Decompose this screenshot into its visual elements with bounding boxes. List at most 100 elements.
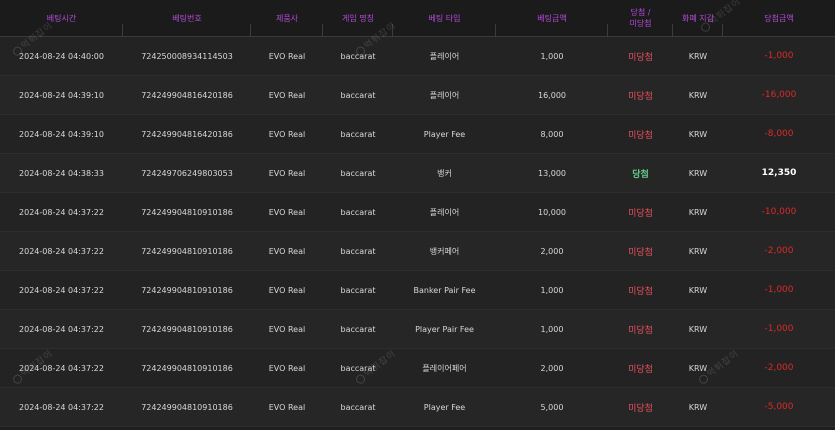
cell-provider: EVO Real (251, 192, 323, 232)
cell-game: baccarat (323, 270, 393, 310)
header-result[interactable]: 당첨 / 미당첨 (608, 0, 673, 37)
cell-payout: -2,000 (723, 348, 835, 388)
cell-game: baccarat (323, 75, 393, 115)
header-payout[interactable]: 당첨금액 (723, 0, 835, 37)
header-bet-amount[interactable]: 베팅금액 (496, 0, 608, 37)
cell-game: baccarat (323, 114, 393, 154)
cell-bet-id: 724249904810910186 (123, 348, 251, 388)
cell-bet-amount: 13,000 (496, 153, 608, 193)
cell-provider: EVO Real (251, 36, 323, 76)
cell-payout: 12,350 (723, 153, 835, 193)
cell-time: 2024-08-24 04:38:33 (0, 153, 123, 193)
cell-payout: -10,000 (723, 192, 835, 232)
table-row[interactable]: 2024-08-24 04:37:22 724249904810910186 EVO… (0, 270, 835, 310)
header-game-name[interactable]: 게임 명칭 (323, 0, 393, 37)
cell-provider: EVO Real (251, 270, 323, 310)
cell-result: 미당첨 (608, 192, 673, 232)
header-bet-id[interactable]: 베팅번호 (123, 0, 251, 37)
cell-result: 미당첨 (608, 231, 673, 271)
cell-game: baccarat (323, 348, 393, 388)
cell-game: baccarat (323, 36, 393, 76)
cell-game: baccarat (323, 309, 393, 349)
cell-bet-id: 724249904816420186 (123, 114, 251, 154)
cell-result: 미당첨 (608, 309, 673, 349)
table-row[interactable]: 2024-08-24 04:39:10 724249904816420186 EVO… (0, 114, 835, 154)
cell-result: 미당첨 (608, 348, 673, 388)
cell-provider: EVO Real (251, 309, 323, 349)
cell-currency: KRW (673, 309, 723, 349)
table-row[interactable]: 2024-08-24 04:37:22 724249904810910186 EVO… (0, 309, 835, 349)
cell-result: 미당첨 (608, 36, 673, 76)
table-row[interactable]: 2024-08-24 04:37:22 724249904810910186 EVO… (0, 387, 835, 427)
cell-bet-type: 플레이어 (393, 36, 496, 76)
cell-bet-id: 724249904810910186 (123, 231, 251, 271)
cell-game: baccarat (323, 387, 393, 427)
cell-bet-id: 724249904816420186 (123, 75, 251, 115)
cell-game: baccarat (323, 231, 393, 271)
table-row[interactable]: 2024-08-24 04:40:00 724250008934114503 EVO… (0, 36, 835, 76)
cell-provider: EVO Real (251, 114, 323, 154)
cell-provider: EVO Real (251, 387, 323, 427)
table-row[interactable]: 2024-08-24 04:37:22 724249904810910186 EVO… (0, 231, 835, 271)
cell-time: 2024-08-24 04:37:22 (0, 309, 123, 349)
cell-time: 2024-08-24 04:37:22 (0, 387, 123, 427)
cell-result: 미당첨 (608, 75, 673, 115)
cell-currency: KRW (673, 387, 723, 427)
cell-time: 2024-08-24 04:37:22 (0, 231, 123, 271)
table-row[interactable]: 2024-08-24 04:39:10 724249904816420186 EVO… (0, 75, 835, 115)
cell-payout: -2,000 (723, 231, 835, 271)
cell-bet-amount: 8,000 (496, 114, 608, 154)
cell-bet-id: 724250008934114503 (123, 36, 251, 76)
table-header-row: 베팅시간 베팅번호 제품사 게임 명칭 베팅 타입 베팅금액 당첨 / 미당첨 … (0, 0, 835, 37)
cell-bet-type: 플레이어 (393, 192, 496, 232)
cell-game: baccarat (323, 153, 393, 193)
table-row[interactable]: 2024-08-24 04:37:22 724249904810910186 EVO… (0, 348, 835, 388)
cell-bet-type: 플레이어 (393, 75, 496, 115)
cell-bet-amount: 2,000 (496, 348, 608, 388)
cell-bet-amount: 16,000 (496, 75, 608, 115)
cell-payout: -1,000 (723, 270, 835, 310)
cell-provider: EVO Real (251, 231, 323, 271)
cell-provider: EVO Real (251, 348, 323, 388)
table-row[interactable]: 2024-08-24 04:37:22 724249904810910186 EVO… (0, 192, 835, 232)
cell-bet-type: Player Pair Fee (393, 309, 496, 349)
cell-bet-amount: 2,000 (496, 231, 608, 271)
cell-bet-id: 724249706249803053 (123, 153, 251, 193)
cell-bet-id: 724249904810910186 (123, 192, 251, 232)
header-currency[interactable]: 화폐 지갑 (673, 0, 723, 37)
cell-bet-id: 724249904810910186 (123, 309, 251, 349)
cell-payout: -5,000 (723, 387, 835, 427)
cell-payout: -1,000 (723, 36, 835, 76)
table-row[interactable]: 2024-08-24 04:38:33 724249706249803053 EVO… (0, 153, 835, 193)
cell-result: 미당첨 (608, 387, 673, 427)
cell-currency: KRW (673, 114, 723, 154)
cell-currency: KRW (673, 36, 723, 76)
header-provider[interactable]: 제품사 (251, 0, 323, 37)
cell-bet-id: 724249904810910186 (123, 387, 251, 427)
cell-bet-type: 플레이어페어 (393, 348, 496, 388)
cell-bet-type: Player Fee (393, 114, 496, 154)
cell-currency: KRW (673, 348, 723, 388)
cell-bet-id: 724249904810910186 (123, 270, 251, 310)
cell-time: 2024-08-24 04:39:10 (0, 75, 123, 115)
cell-bet-amount: 1,000 (496, 36, 608, 76)
cell-game: baccarat (323, 192, 393, 232)
cell-time: 2024-08-24 04:37:22 (0, 348, 123, 388)
cell-payout: -1,000 (723, 309, 835, 349)
cell-payout: -16,000 (723, 75, 835, 115)
header-bet-time[interactable]: 베팅시간 (0, 0, 123, 37)
cell-time: 2024-08-24 04:37:22 (0, 270, 123, 310)
cell-result: 당첨 (608, 153, 673, 193)
header-bet-type[interactable]: 베팅 타입 (393, 0, 496, 37)
cell-currency: KRW (673, 231, 723, 271)
cell-provider: EVO Real (251, 153, 323, 193)
cell-currency: KRW (673, 192, 723, 232)
cell-currency: KRW (673, 75, 723, 115)
cell-bet-type: Banker Pair Fee (393, 270, 496, 310)
cell-currency: KRW (673, 270, 723, 310)
cell-result: 미당첨 (608, 270, 673, 310)
cell-time: 2024-08-24 04:37:22 (0, 192, 123, 232)
cell-bet-type: Player Fee (393, 387, 496, 427)
cell-currency: KRW (673, 153, 723, 193)
cell-provider: EVO Real (251, 75, 323, 115)
